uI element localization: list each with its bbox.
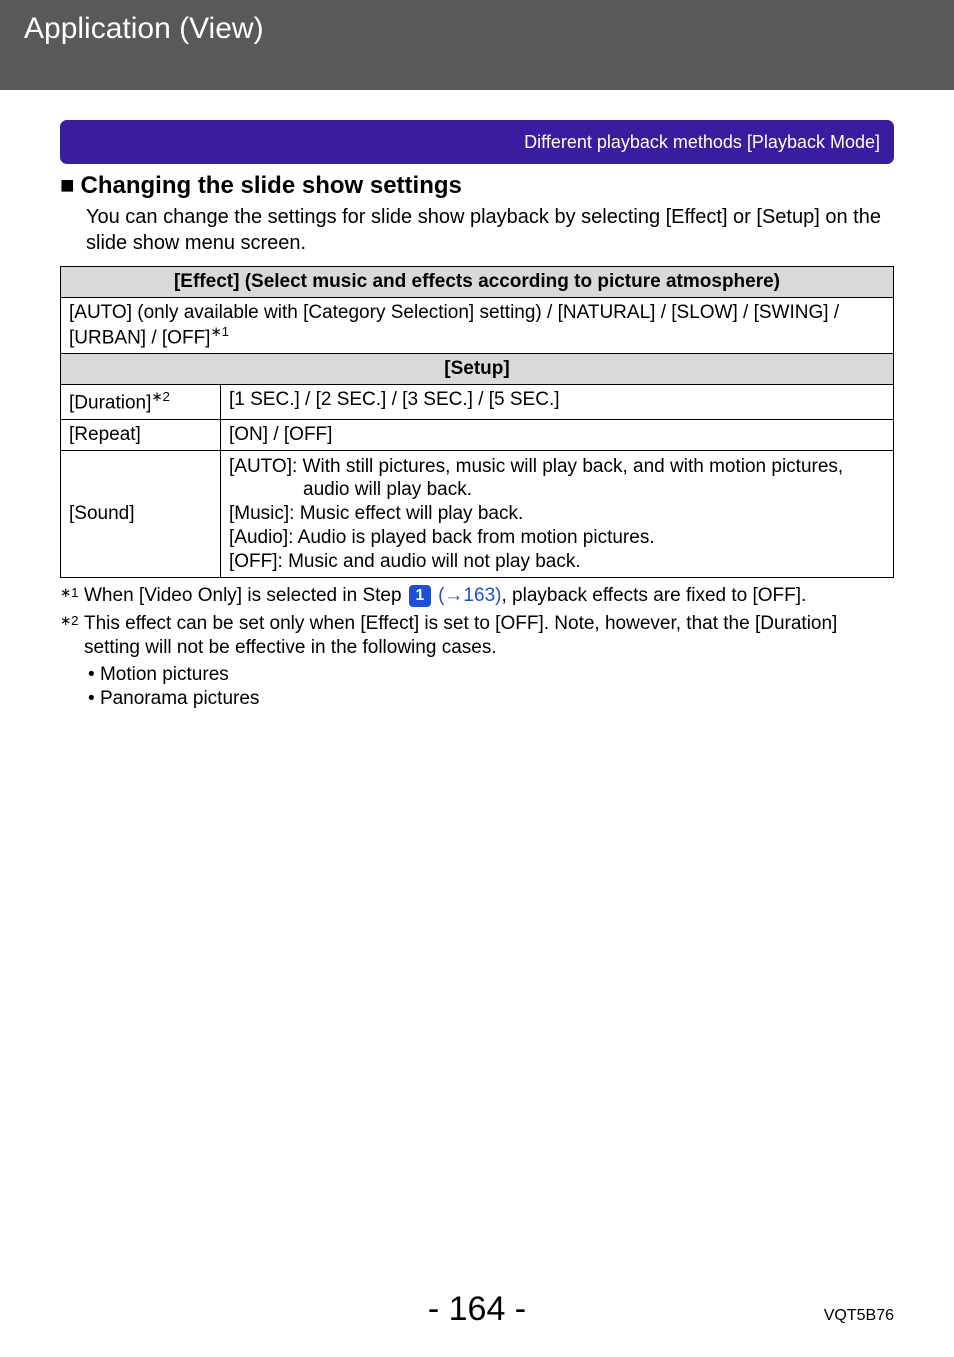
page-number-prefix: - bbox=[428, 1290, 449, 1328]
table-row: [AUTO] (only available with [Category Se… bbox=[61, 298, 894, 354]
setup-header-cell: [Setup] bbox=[61, 354, 894, 385]
footnote-1-marker: ∗1 bbox=[60, 584, 84, 612]
section-heading-text: Changing the slide show settings bbox=[81, 172, 462, 200]
header-band: Application (View) bbox=[0, 0, 954, 90]
footnote-2-body: This effect can be set only when [Effect… bbox=[84, 612, 894, 661]
page-number-value: 164 bbox=[449, 1290, 506, 1328]
duration-value-cell: [1 SEC.] / [2 SEC.] / [3 SEC.] / [5 SEC.… bbox=[221, 385, 894, 419]
footnote-1-link[interactable]: (→163) bbox=[438, 585, 501, 606]
page-number-suffix: - bbox=[505, 1290, 526, 1328]
step-badge-icon: 1 bbox=[409, 585, 431, 607]
bullet-motion-pictures: Motion pictures bbox=[88, 663, 894, 687]
sound-auto-line1: [AUTO]: With still pictures, music will … bbox=[229, 455, 885, 479]
table-row: [Effect] (Select music and effects accor… bbox=[61, 267, 894, 298]
document-code: VQT5B76 bbox=[824, 1307, 894, 1325]
table-row: [Duration]∗2 [1 SEC.] / [2 SEC.] / [3 SE… bbox=[61, 385, 894, 419]
sound-music-line: [Music]: Music effect will play back. bbox=[229, 502, 885, 526]
sound-value-cell: [AUTO]: With still pictures, music will … bbox=[221, 450, 894, 578]
footnote-1-pre: When [Video Only] is selected in Step bbox=[84, 585, 407, 606]
effect-header-cell: [Effect] (Select music and effects accor… bbox=[61, 267, 894, 298]
header-title: Application (View) bbox=[24, 12, 264, 45]
footnote-1: ∗1 When [Video Only] is selected in Step… bbox=[60, 584, 894, 612]
effect-options-sup: ∗1 bbox=[210, 324, 229, 339]
footnote-1-body: When [Video Only] is selected in Step 1 … bbox=[84, 584, 894, 612]
section-banner-text: Different playback methods [Playback Mod… bbox=[524, 132, 880, 153]
sound-label-cell: [Sound] bbox=[61, 450, 221, 578]
duration-label-sup: ∗2 bbox=[151, 389, 170, 404]
footnote-2: ∗2 This effect can be set only when [Eff… bbox=[60, 612, 894, 661]
effect-options-cell: [AUTO] (only available with [Category Se… bbox=[61, 298, 894, 354]
table-row: [Repeat] [ON] / [OFF] bbox=[61, 419, 894, 450]
footnote-1-post: , playback effects are fixed to [OFF]. bbox=[501, 585, 806, 606]
table-row: [Setup] bbox=[61, 354, 894, 385]
section-heading-wrap: ■ Changing the slide show settings bbox=[60, 172, 894, 200]
effect-options-text: [AUTO] (only available with [Category Se… bbox=[69, 302, 839, 348]
footnote-2-marker: ∗2 bbox=[60, 612, 84, 661]
section-heading: ■ Changing the slide show settings bbox=[60, 172, 894, 200]
footnote-bullets: Motion pictures Panorama pictures bbox=[88, 663, 894, 712]
footnotes: ∗1 When [Video Only] is selected in Step… bbox=[60, 584, 894, 711]
sound-off-line: [OFF]: Music and audio will not play bac… bbox=[229, 550, 885, 574]
bullet-panorama-pictures: Panorama pictures bbox=[88, 687, 894, 711]
section-banner: Different playback methods [Playback Mod… bbox=[60, 120, 894, 164]
page-number: - 164 - bbox=[0, 1290, 954, 1329]
sound-audio-line: [Audio]: Audio is played back from motio… bbox=[229, 526, 885, 550]
section-bullet: ■ bbox=[60, 172, 75, 200]
settings-table: [Effect] (Select music and effects accor… bbox=[60, 266, 894, 578]
repeat-value-cell: [ON] / [OFF] bbox=[221, 419, 894, 450]
table-row: [Sound] [AUTO]: With still pictures, mus… bbox=[61, 450, 894, 578]
repeat-label-cell: [Repeat] bbox=[61, 419, 221, 450]
sound-auto-line2: audio will play back. bbox=[229, 478, 885, 502]
duration-label-cell: [Duration]∗2 bbox=[61, 385, 221, 419]
duration-label-text: [Duration] bbox=[69, 393, 151, 414]
intro-paragraph: You can change the settings for slide sh… bbox=[86, 204, 894, 256]
